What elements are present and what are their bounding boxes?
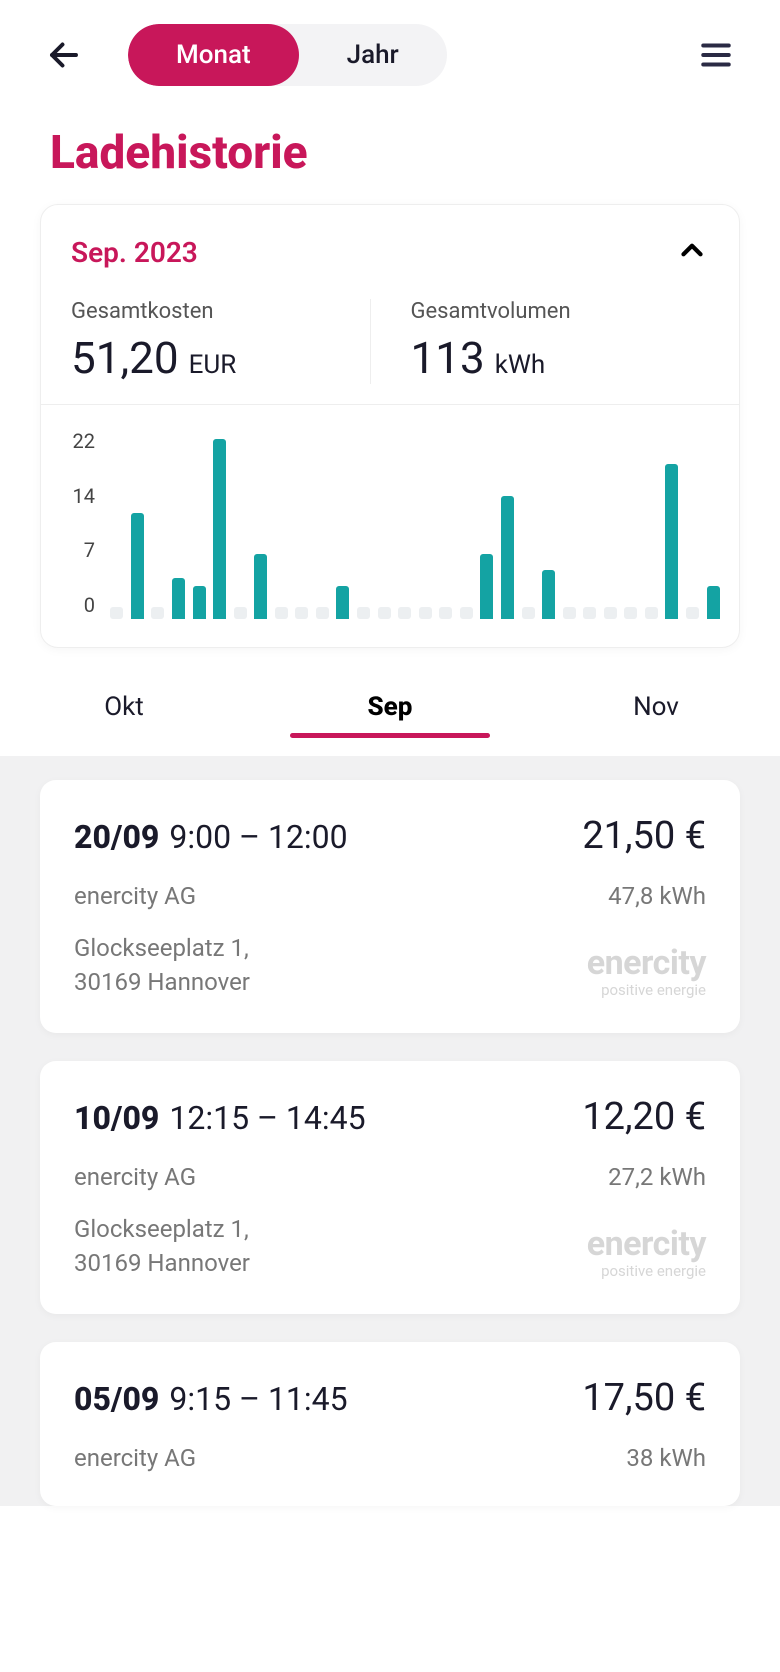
session-provider: enercity AG xyxy=(74,882,196,910)
session-time: 9:15 – 11:45 xyxy=(169,1380,347,1418)
session-date: 20/09 xyxy=(74,818,159,856)
stat-cost: Gesamtkosten 51,20 EUR xyxy=(71,299,370,384)
back-button[interactable] xyxy=(40,31,88,79)
session-time: 12:15 – 14:45 xyxy=(169,1099,365,1137)
chart-bar xyxy=(171,578,187,619)
chart-bar xyxy=(294,607,310,619)
session-cost: 12,20 € xyxy=(582,1095,706,1139)
chart-bar xyxy=(582,607,598,619)
toggle-monat[interactable]: Monat xyxy=(128,24,299,86)
chart-bar xyxy=(479,554,495,619)
stat-volume-label: Gesamtvolumen xyxy=(411,299,710,324)
menu-button[interactable] xyxy=(692,31,740,79)
provider-logo: enercitypositive energie xyxy=(587,1224,706,1280)
chart-bar xyxy=(130,513,146,619)
chevron-up-icon xyxy=(675,233,709,267)
chart-bar xyxy=(315,607,331,619)
session-provider: enercity AG xyxy=(74,1163,196,1191)
chart-bar xyxy=(356,607,372,619)
sessions-list: 20/09 9:00 – 12:00 21,50 € enercity AG 47,8 … xyxy=(0,756,780,1506)
chart-bar xyxy=(541,570,557,619)
stat-cost-unit: EUR xyxy=(189,350,237,380)
session-card[interactable]: 20/09 9:00 – 12:00 21,50 € enercity AG 47,8 … xyxy=(40,780,740,1033)
chart-bar xyxy=(109,607,125,619)
chart-bar xyxy=(561,607,577,619)
stat-cost-value: 51,20 xyxy=(71,332,179,384)
session-kwh: 27,2 kWh xyxy=(608,1163,706,1191)
chart-bar xyxy=(685,607,701,619)
chart-bar xyxy=(274,607,290,619)
summary-card: Sep. 2023 Gesamtkosten 51,20 EUR Gesamtv… xyxy=(40,204,740,648)
chart-ytick: 22 xyxy=(59,429,95,453)
chart-bar xyxy=(459,607,475,619)
chart-bar xyxy=(253,554,269,619)
usage-chart: 22 14 7 0 xyxy=(41,404,739,647)
summary-month: Sep. 2023 xyxy=(71,236,198,269)
chart-bar xyxy=(705,586,721,619)
chart-bar xyxy=(335,586,351,619)
chart-bar xyxy=(417,607,433,619)
session-card[interactable]: 05/09 9:15 – 11:45 17,50 € enercity AG 38 kW… xyxy=(40,1342,740,1506)
period-toggle: Monat Jahr xyxy=(128,24,447,86)
chart-bar xyxy=(150,607,166,619)
chart-bar xyxy=(212,439,228,619)
session-address: Glockseeplatz 1,30169 Hannover xyxy=(74,932,250,999)
collapse-button[interactable] xyxy=(675,233,709,271)
session-cost: 21,50 € xyxy=(582,814,706,858)
stat-cost-label: Gesamtkosten xyxy=(71,299,370,324)
chart-bar xyxy=(376,607,392,619)
chart-bar xyxy=(438,607,454,619)
session-provider: enercity AG xyxy=(74,1444,196,1472)
page-title: Ladehistorie xyxy=(0,102,780,204)
chart-ytick: 14 xyxy=(59,484,95,508)
chart-bar xyxy=(500,496,516,619)
hamburger-icon xyxy=(697,36,735,74)
session-address: Glockseeplatz 1,30169 Hannover xyxy=(74,1213,250,1280)
session-kwh: 38 kWh xyxy=(626,1444,706,1472)
chart-bar xyxy=(232,607,248,619)
chart-bar xyxy=(623,607,639,619)
session-date: 05/09 xyxy=(74,1380,159,1418)
chart-ytick: 7 xyxy=(59,538,95,562)
chart-bar xyxy=(520,607,536,619)
session-cost: 17,50 € xyxy=(582,1376,706,1420)
session-time: 9:00 – 12:00 xyxy=(169,818,347,856)
session-kwh: 47,8 kWh xyxy=(608,882,706,910)
chart-bar xyxy=(397,607,413,619)
session-card[interactable]: 10/09 12:15 – 14:45 12,20 € enercity AG 27,2… xyxy=(40,1061,740,1314)
stat-volume: Gesamtvolumen 113 kWh xyxy=(370,299,710,384)
chart-ytick: 0 xyxy=(59,593,95,617)
chart-bar xyxy=(664,464,680,619)
month-tab-next[interactable]: Nov xyxy=(596,692,716,738)
stat-volume-value: 113 xyxy=(411,332,485,384)
session-date: 10/09 xyxy=(74,1099,159,1137)
arrow-left-icon xyxy=(46,37,82,73)
stat-volume-unit: kWh xyxy=(495,350,546,380)
provider-logo: enercitypositive energie xyxy=(587,943,706,999)
chart-bar xyxy=(644,607,660,619)
toggle-jahr[interactable]: Jahr xyxy=(299,24,447,86)
chart-bars xyxy=(109,429,721,619)
chart-bar xyxy=(191,586,207,619)
chart-y-axis: 22 14 7 0 xyxy=(59,429,95,619)
month-tab-prev[interactable]: Okt xyxy=(64,692,184,738)
month-tab-current[interactable]: Sep xyxy=(330,692,450,738)
chart-bar xyxy=(603,607,619,619)
